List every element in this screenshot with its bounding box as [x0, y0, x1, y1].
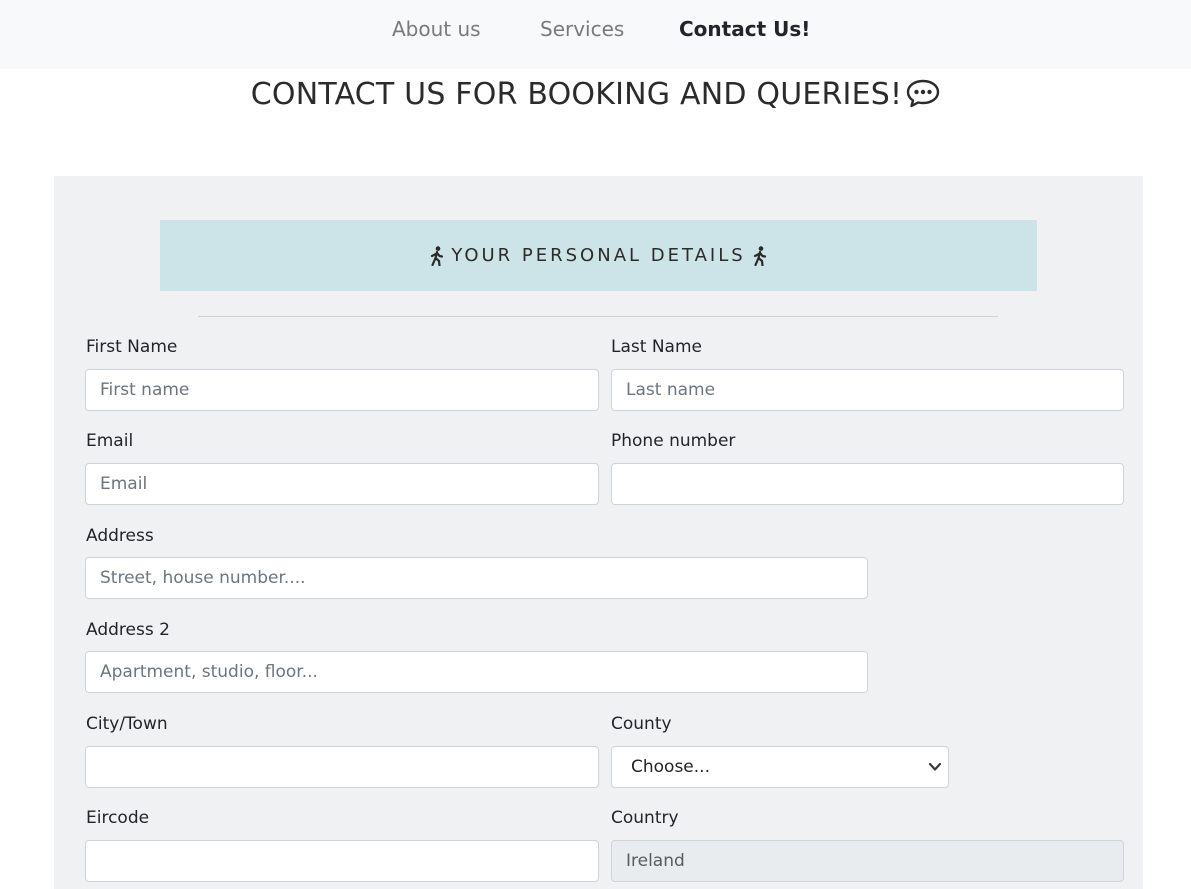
county-label: County — [611, 714, 672, 734]
page-title-text: CONTACT US FOR BOOKING AND QUERIES! — [250, 77, 903, 112]
walking-person-icon — [753, 245, 766, 266]
speech-bubble-icon — [907, 79, 940, 108]
section-title: YOUR PERSONAL DETAILS — [451, 245, 746, 266]
chevron-down-icon — [928, 762, 942, 771]
phone-number-input[interactable] — [611, 463, 1124, 505]
address-input[interactable] — [85, 557, 868, 599]
city-town-input[interactable] — [85, 746, 599, 788]
county-selected-value: Choose... — [631, 757, 710, 777]
walking-person-icon — [431, 245, 444, 266]
personal-details-banner: YOUR PERSONAL DETAILS — [160, 220, 1037, 291]
address-2-input[interactable] — [85, 651, 868, 693]
nav-link-services[interactable]: Services — [540, 15, 624, 43]
top-navbar: About us Services Contact Us! — [0, 0, 1191, 69]
first-name-input[interactable] — [85, 369, 599, 411]
page-title: CONTACT US FOR BOOKING AND QUERIES! — [0, 74, 1191, 116]
address-2-label: Address 2 — [86, 620, 170, 640]
country-input[interactable] — [611, 840, 1124, 882]
city-town-label: City/Town — [86, 714, 168, 734]
last-name-input[interactable] — [611, 369, 1124, 411]
eircode-input[interactable] — [85, 840, 599, 882]
last-name-label: Last Name — [611, 337, 702, 357]
section-divider — [198, 316, 998, 317]
email-label: Email — [86, 431, 134, 451]
country-label: Country — [611, 808, 679, 828]
address-label: Address — [86, 526, 154, 546]
eircode-label: Eircode — [86, 808, 150, 828]
nav-link-contact-us[interactable]: Contact Us! — [679, 15, 810, 43]
county-select[interactable]: Choose... — [611, 746, 949, 788]
nav-link-about-us[interactable]: About us — [392, 15, 481, 43]
phone-number-label: Phone number — [611, 431, 736, 451]
email-input[interactable] — [85, 463, 599, 505]
first-name-label: First Name — [86, 337, 178, 357]
